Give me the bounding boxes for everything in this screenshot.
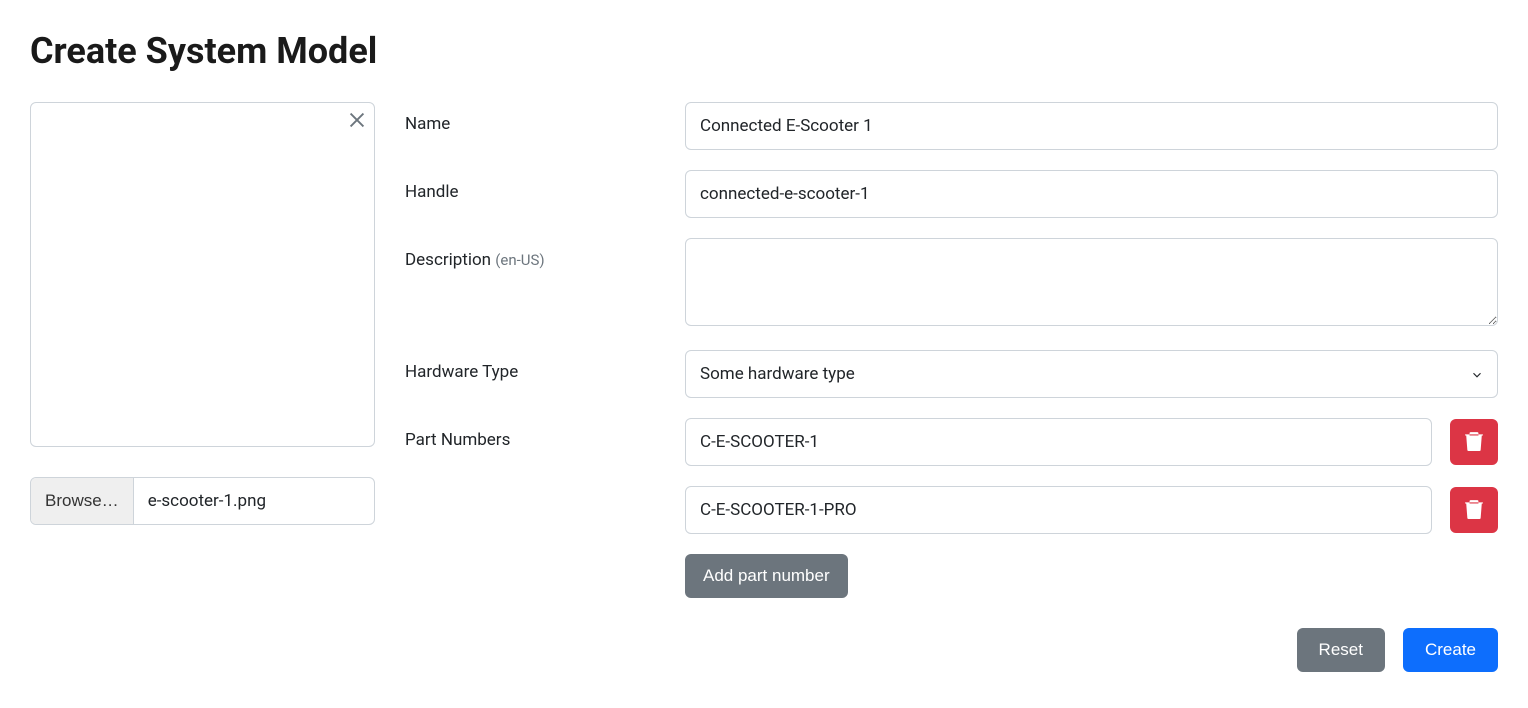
page-title: Create System Model [30, 30, 1498, 72]
form-fields-column: Name Handle Description (en-US) Hardware… [405, 102, 1498, 672]
part-numbers-row: Part Numbers [405, 418, 1498, 598]
part-number-input[interactable] [685, 418, 1432, 466]
close-icon[interactable] [346, 109, 368, 131]
trash-icon [1465, 431, 1483, 454]
part-number-input[interactable] [685, 486, 1432, 534]
footer-actions: Reset Create [405, 628, 1498, 672]
browse-button[interactable]: Browse… [31, 478, 134, 524]
part-numbers-label: Part Numbers [405, 418, 685, 450]
reset-button[interactable]: Reset [1297, 628, 1385, 672]
part-number-row [685, 418, 1498, 466]
description-row: Description (en-US) [405, 238, 1498, 330]
add-part-number-button[interactable]: Add part number [685, 554, 848, 598]
delete-part-button[interactable] [1450, 419, 1498, 465]
form-container: Browse… e-scooter-1.png Name Handle Desc… [30, 102, 1498, 672]
description-label-text: Description [405, 250, 491, 270]
file-picker[interactable]: Browse… e-scooter-1.png [30, 477, 375, 525]
create-button[interactable]: Create [1403, 628, 1498, 672]
description-label: Description (en-US) [405, 238, 685, 270]
image-preview-box [30, 102, 375, 447]
image-column: Browse… e-scooter-1.png [30, 102, 375, 672]
handle-label: Handle [405, 170, 685, 202]
trash-icon [1465, 499, 1483, 522]
name-label: Name [405, 102, 685, 134]
hardware-type-label: Hardware Type [405, 350, 685, 382]
description-locale: (en-US) [495, 251, 544, 269]
handle-row: Handle [405, 170, 1498, 218]
hardware-type-row: Hardware Type Some hardware type [405, 350, 1498, 398]
file-name: e-scooter-1.png [134, 478, 374, 524]
hardware-type-select[interactable]: Some hardware type [685, 350, 1498, 398]
description-textarea[interactable] [685, 238, 1498, 326]
name-row: Name [405, 102, 1498, 150]
handle-input[interactable] [685, 170, 1498, 218]
name-input[interactable] [685, 102, 1498, 150]
delete-part-button[interactable] [1450, 487, 1498, 533]
part-number-row [685, 486, 1498, 534]
